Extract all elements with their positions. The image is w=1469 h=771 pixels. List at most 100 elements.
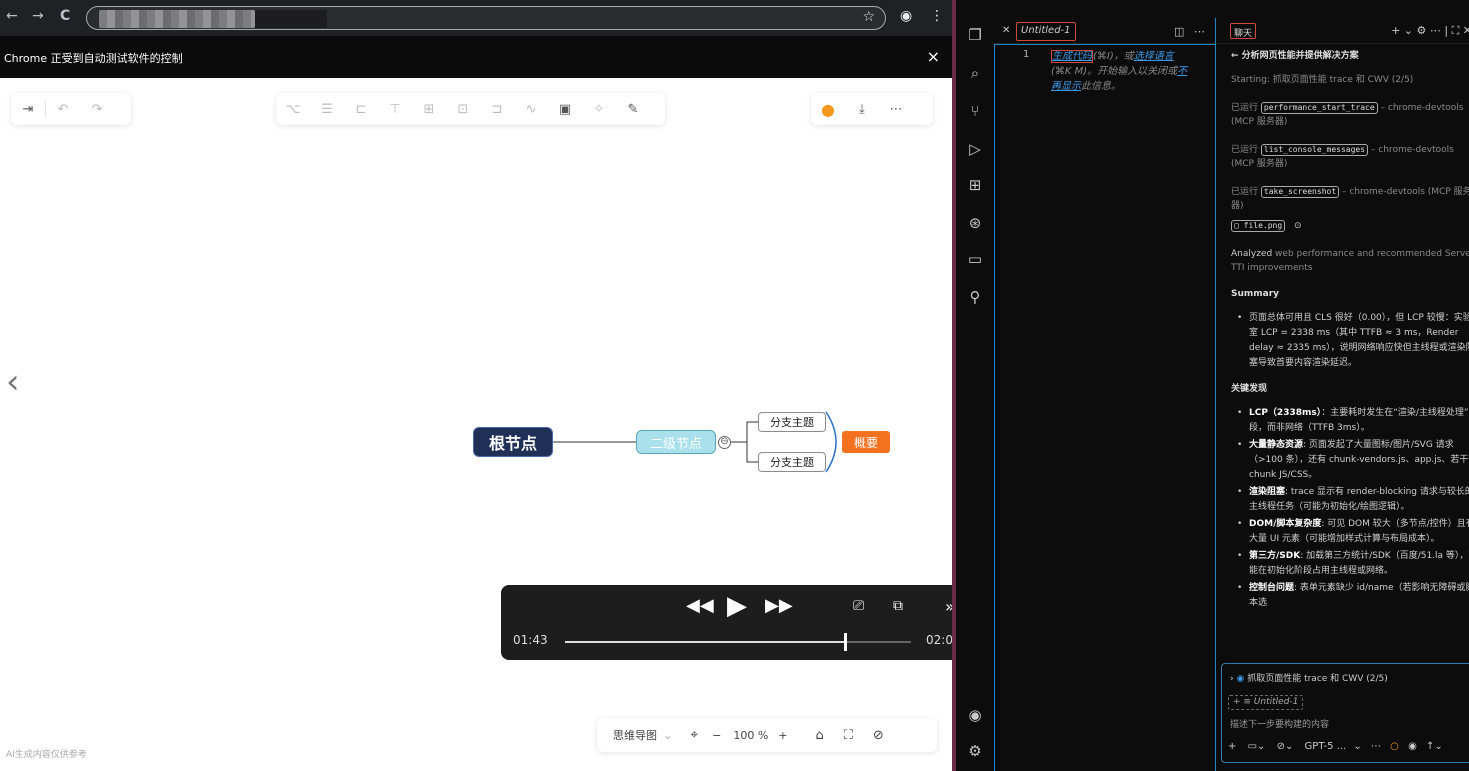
collapse-toggle-icon[interactable]: ⊖ (718, 436, 731, 449)
chat-actions-icon[interactable]: + ⌄ ⚙ ⋯ | ⛶ ✕ (1391, 24, 1469, 38)
chrome-toolbar: ← → C ☆ ◉ ⋮ (0, 0, 952, 36)
fast-forward-icon[interactable]: ▶▶ (765, 595, 793, 616)
screen: ← → C ☆ ◉ ⋮ Chrome 正受到自动测试软件的控制 × ⇥ ↶ ↷ (0, 0, 1469, 771)
compass-icon[interactable]: ⊘ (873, 728, 884, 743)
stop-icon[interactable]: ◉ (1408, 741, 1417, 752)
copy-icon[interactable]: ⊙ (1294, 221, 1302, 231)
finding-title: LCP（2338ms） (1249, 408, 1322, 418)
play-icon[interactable]: ▶ (727, 591, 747, 621)
tool-name[interactable]: list_console_messages (1260, 144, 1369, 156)
current-time: 01:43 (513, 633, 548, 647)
generate-code-link[interactable]: 生成代码 (1051, 50, 1093, 63)
file-chip[interactable]: ▢ file.png (1231, 220, 1286, 232)
pip-icon[interactable]: ⧉ (893, 598, 903, 614)
finding-title: 渲染阻塞 (1249, 487, 1286, 497)
tool-call: 已运行 performance_start_trace – chrome-dev… (1231, 101, 1469, 129)
editor-more-icon[interactable]: ⋯ (1194, 25, 1205, 38)
chevron-down-icon[interactable]: ⌄ (1353, 741, 1361, 752)
select-language-link[interactable]: 选择语言 (1134, 51, 1174, 62)
agent-select-icon[interactable]: ▭⌄ (1248, 741, 1266, 752)
hint-text: (⌘K M)。开始输入以关闭或 (1051, 66, 1178, 77)
seek-bar[interactable] (565, 633, 911, 651)
ai-disclaimer: AI生成内容仅供参考 (6, 750, 87, 760)
close-infobar-button[interactable]: × (927, 47, 940, 66)
chat-panel: 聊天 + ⌄ ⚙ ⋯ | ⛶ ✕ ← 分析网页性能并提供解决方案 Startin… (1215, 18, 1469, 771)
activity-bar: ❐ ⌕ ⑂ ▷ ⊞ ⊛ ▭ ⚲ ◉ ⚙ (956, 16, 994, 771)
tool-name[interactable]: performance_start_trace (1260, 102, 1378, 114)
mindmap-branch-node[interactable]: 分支主题 (758, 412, 826, 432)
tools-icon[interactable]: ⚲ (965, 288, 985, 308)
hint-text: (⌘I)，或 (1093, 51, 1134, 62)
address-bar[interactable]: ☆ (86, 6, 886, 30)
task-progress-row[interactable]: › ◉ 抓取页面性能 trace 和 CWV (2/5) (1230, 671, 1388, 684)
code-area[interactable]: 1 生成代码(⌘I)，或选择语言(⌘K M)。开始输入以关闭或不再显示此信息。 (994, 44, 1215, 771)
starting-line: Starting: 抓取页面性能 trace 和 CWV (2/5) (1231, 75, 1414, 85)
airplay-icon[interactable]: ⎚ (853, 598, 864, 614)
git-graph-icon[interactable]: ⊛ (965, 214, 985, 234)
composer-tools: + ▭⌄ ⊘⌄ GPT-5 ... ⌄ ⋯ ○ ◉ ↑⌄ (1228, 741, 1469, 752)
bookmark-star-icon[interactable]: ☆ (862, 9, 875, 25)
add-icon[interactable]: + (1228, 741, 1236, 752)
line-number: 1 (1023, 49, 1030, 60)
mindmap-branch-node[interactable]: 分支主题 (758, 452, 826, 472)
back-button[interactable]: ← (6, 8, 18, 24)
chat-input[interactable]: 描述下一步要构建的内容 (1230, 717, 1329, 730)
zoom-out-button[interactable]: − (712, 729, 721, 742)
view-mode-select[interactable]: 思维导图 (613, 727, 657, 743)
search-icon[interactable]: ⌕ (965, 64, 985, 84)
chat-tab[interactable]: 聊天 (1230, 23, 1257, 39)
chevron-right-icon[interactable]: › (1230, 674, 1234, 684)
mouse-mode-icon[interactable]: ⌂ (816, 728, 824, 743)
explorer-icon[interactable]: ❐ (965, 26, 985, 46)
finding-item: 渲染阻塞: trace 显示有 render-blocking 请求与较长的主线… (1231, 485, 1469, 515)
settings-gear-icon[interactable]: ⚙ (965, 742, 985, 762)
zoom-in-button[interactable]: + (778, 729, 787, 742)
finding-item: 控制台问题: 表单元素缺少 id/name（若影响无障碍或脚本选 (1231, 581, 1469, 611)
tools-select-icon[interactable]: ⊘⌄ (1277, 741, 1294, 752)
locate-icon[interactable]: ⌖ (690, 727, 698, 743)
fullscreen-icon[interactable]: ⛶ (844, 728, 853, 743)
browser-window: ← → C ☆ ◉ ⋮ Chrome 正受到自动测试软件的控制 × ⇥ ↶ ↷ (0, 0, 969, 771)
send-icon[interactable]: ↑⌄ (1426, 741, 1443, 752)
redacted-url-end (255, 10, 327, 28)
rewind-icon[interactable]: ◀◀ (686, 595, 714, 616)
empty-editor-hint: 生成代码(⌘I)，或选择语言(⌘K M)。开始输入以关闭或不再显示此信息。 (1051, 49, 1191, 94)
mindmap-level2-node[interactable]: 二级节点 (636, 430, 716, 454)
finding-title: DOM/脚本复杂度 (1249, 519, 1322, 529)
context-chip[interactable]: + ≡ Untitled-1 (1228, 695, 1304, 710)
menu-icon[interactable]: ⋮ (930, 8, 944, 24)
mindmap-root-node[interactable]: 根节点 (473, 427, 553, 457)
chat-header: 聊天 + ⌄ ⚙ ⋯ | ⛶ ✕ (1216, 18, 1469, 44)
media-controls: ◀◀ ▶ ▶▶ ⎚ ⧉ » 01:43 02:07 (501, 585, 969, 660)
reload-button[interactable]: C (60, 8, 70, 24)
finding-item: 大量静态资源: 页面发起了大量图标/图片/SVG 请求（>100 条），还有 c… (1231, 438, 1469, 483)
tab-untitled[interactable]: Untitled-1 (1016, 22, 1076, 41)
remote-icon[interactable]: ▭ (965, 250, 985, 270)
summary-heading: Summary (1231, 289, 1280, 299)
split-editor-icon[interactable]: ◫ (1174, 25, 1184, 38)
status-ring-icon: ○ (1390, 741, 1399, 752)
chevron-down-icon[interactable]: ⌄ (663, 729, 672, 742)
model-select[interactable]: GPT-5 ... (1305, 741, 1347, 752)
mindmap-canvas[interactable]: ⇥ ↶ ↷ ⌥ ☰ ⊏ ⊤ ⊞ ⊡ ⊐ ∿ ▣ ✧ ✎ ● ⤓ ⋯ ‹ 根节点 … (0, 78, 969, 771)
more-icon[interactable]: ⋯ (1371, 741, 1381, 752)
tool-call: 已运行 list_console_messages – chrome-devto… (1231, 143, 1469, 171)
view-toolbar: 思维导图 ⌄ ⌖ − 100 % + ⌂ ⛶ ⊘ (597, 718, 937, 752)
chat-title[interactable]: ← 分析网页性能并提供解决方案 (1231, 48, 1469, 61)
ran-label: 已运行 (1231, 145, 1259, 155)
mindmap-summary-node[interactable]: 概要 (842, 431, 890, 453)
close-tab-icon[interactable]: ✕ (1002, 25, 1010, 36)
extensions-icon[interactable]: ⊞ (965, 176, 985, 196)
run-debug-icon[interactable]: ▷ (965, 140, 985, 160)
hint-text: 此信息。 (1081, 81, 1121, 92)
tool-name[interactable]: take_screenshot (1260, 186, 1340, 198)
source-control-icon[interactable]: ⑂ (965, 102, 985, 122)
redacted-url (99, 10, 255, 28)
seek-knob[interactable] (844, 633, 848, 651)
automation-notice: Chrome 正受到自动测试软件的控制 (4, 52, 183, 65)
findings-heading: 关键发现 (1231, 384, 1268, 394)
profile-icon[interactable]: ◉ (900, 8, 912, 24)
forward-button[interactable]: → (32, 8, 44, 24)
automation-infobar: Chrome 正受到自动测试软件的控制 × (0, 36, 952, 78)
account-icon[interactable]: ◉ (965, 706, 985, 726)
